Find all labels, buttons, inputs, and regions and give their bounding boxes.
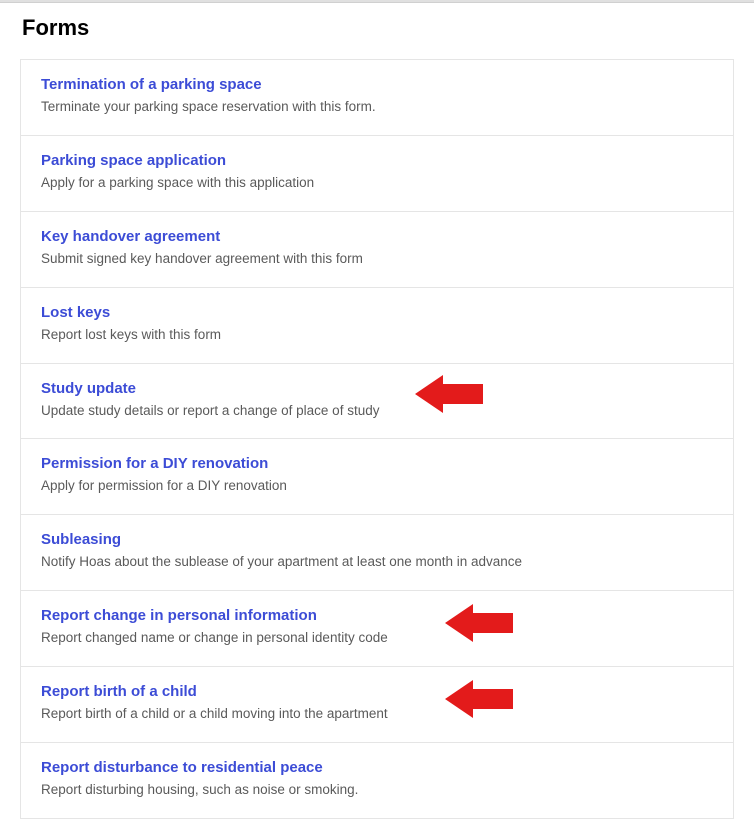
form-description: Terminate your parking space reservation… — [41, 98, 713, 117]
list-item: Report disturbance to residential peace … — [21, 743, 733, 818]
form-link-study-update[interactable]: Study update — [41, 380, 713, 397]
form-description: Apply for a parking space with this appl… — [41, 174, 713, 193]
form-description: Report changed name or change in persona… — [41, 629, 713, 648]
list-item: Subleasing Notify Hoas about the subleas… — [21, 515, 733, 591]
list-item: Termination of a parking space Terminate… — [21, 60, 733, 136]
form-link-change-personal-info[interactable]: Report change in personal information — [41, 607, 713, 624]
form-link-key-handover[interactable]: Key handover agreement — [41, 228, 713, 245]
page-title: Forms — [22, 15, 734, 41]
form-description: Report lost keys with this form — [41, 326, 713, 345]
form-link-disturbance[interactable]: Report disturbance to residential peace — [41, 759, 713, 776]
list-item: Study update Update study details or rep… — [21, 364, 733, 440]
form-link-birth-of-child[interactable]: Report birth of a child — [41, 683, 713, 700]
list-item: Permission for a DIY renovation Apply fo… — [21, 439, 733, 515]
list-item: Lost keys Report lost keys with this for… — [21, 288, 733, 364]
list-item: Key handover agreement Submit signed key… — [21, 212, 733, 288]
page-container: Forms Termination of a parking space Ter… — [0, 3, 754, 839]
form-description: Apply for permission for a DIY renovatio… — [41, 477, 713, 496]
form-description: Submit signed key handover agreement wit… — [41, 250, 713, 269]
form-link-subleasing[interactable]: Subleasing — [41, 531, 713, 548]
form-description: Report birth of a child or a child movin… — [41, 705, 713, 724]
form-description: Update study details or report a change … — [41, 402, 713, 421]
forms-list: Termination of a parking space Terminate… — [20, 59, 734, 819]
list-item: Parking space application Apply for a pa… — [21, 136, 733, 212]
list-item: Report change in personal information Re… — [21, 591, 733, 667]
form-description: Report disturbing housing, such as noise… — [41, 781, 713, 800]
form-link-parking-application[interactable]: Parking space application — [41, 152, 713, 169]
form-link-diy-renovation[interactable]: Permission for a DIY renovation — [41, 455, 713, 472]
form-link-termination-parking[interactable]: Termination of a parking space — [41, 76, 713, 93]
list-item: Report birth of a child Report birth of … — [21, 667, 733, 743]
form-link-lost-keys[interactable]: Lost keys — [41, 304, 713, 321]
form-description: Notify Hoas about the sublease of your a… — [41, 553, 713, 572]
